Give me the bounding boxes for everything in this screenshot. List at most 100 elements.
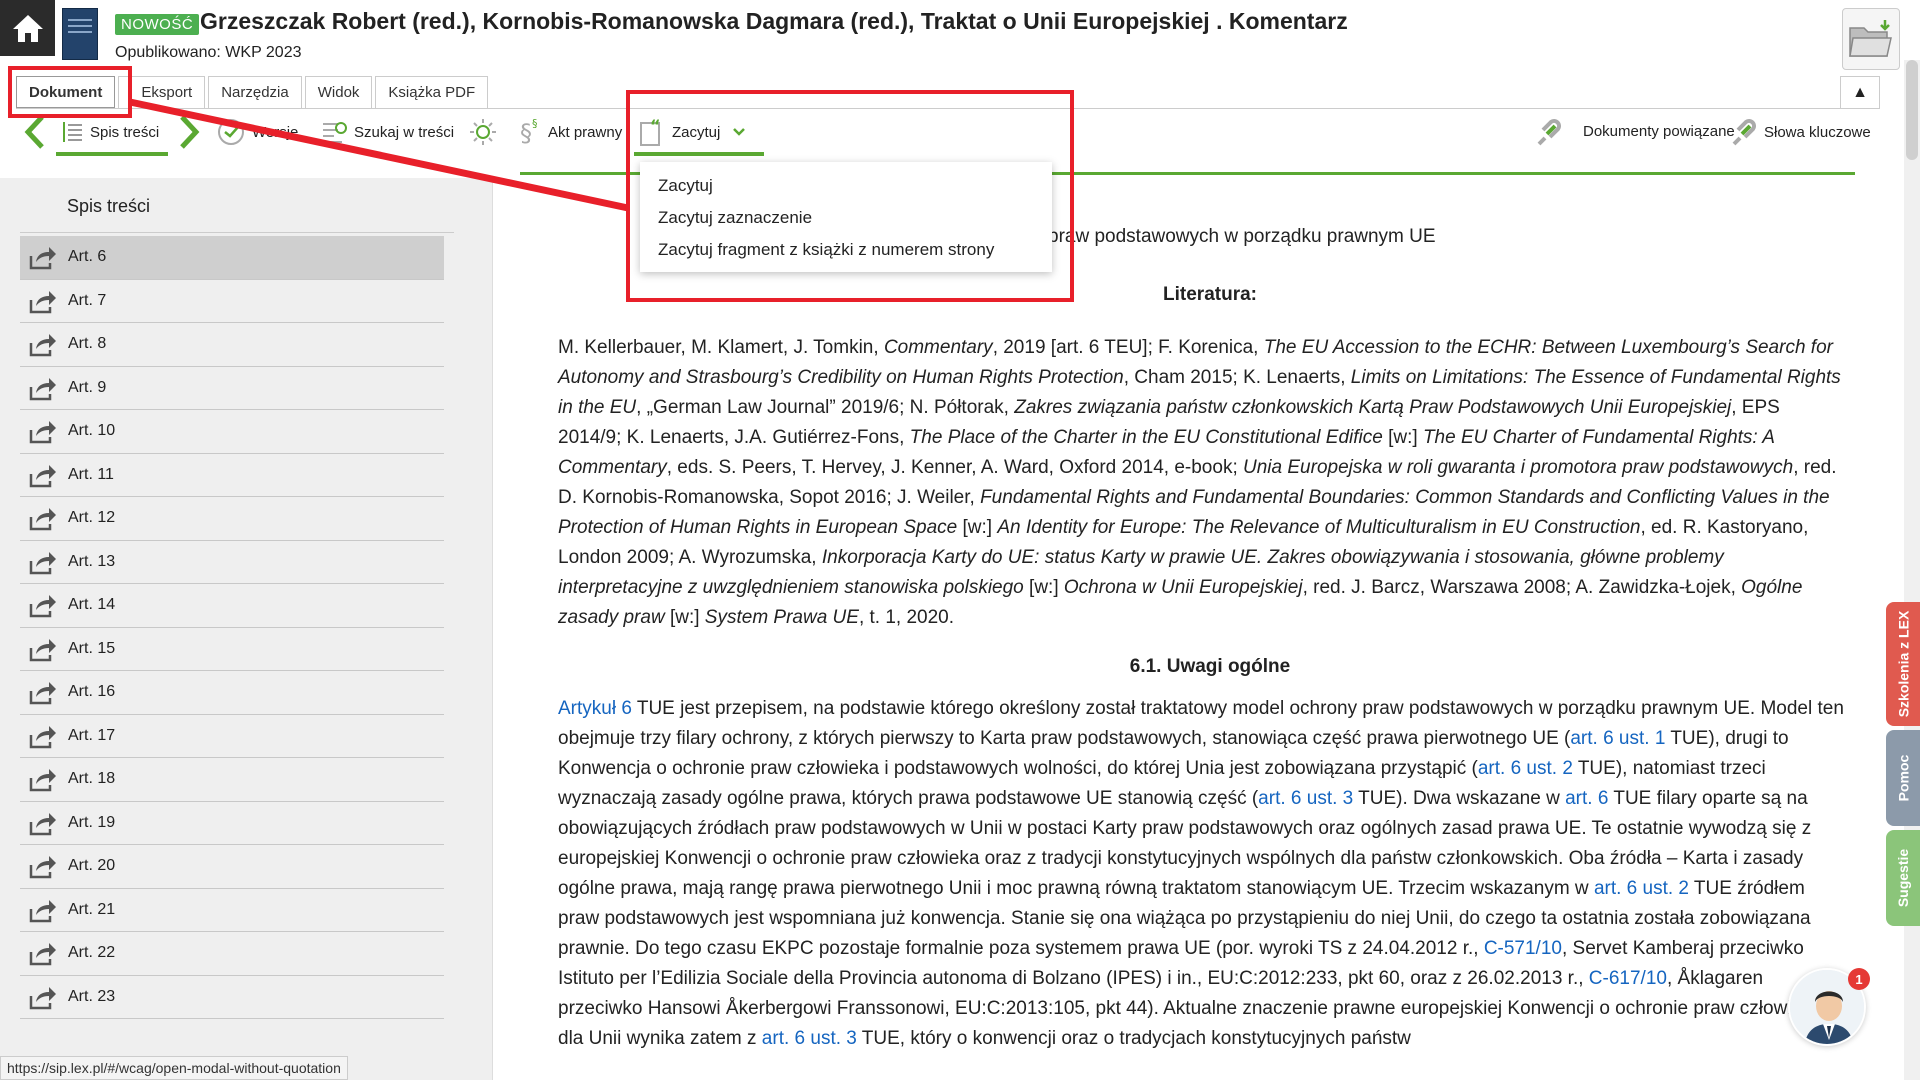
versions-label: Wersje (252, 123, 299, 141)
prev-button[interactable] (24, 115, 46, 149)
toc-item-label: Art. 6 (68, 248, 107, 266)
toc-item-label: Art. 18 (68, 770, 116, 788)
keywords-button[interactable]: Słowa kluczowe (1730, 118, 1871, 146)
link-art-6b[interactable]: art. 6 (1565, 788, 1608, 809)
share-arrow-icon (28, 810, 68, 836)
training-tab-label: Szkolenia z LEX (1895, 610, 1911, 718)
toc-item-label: Art. 15 (68, 639, 116, 657)
folder-download-icon (1849, 20, 1892, 57)
toc-item[interactable]: Art. 9 (20, 367, 444, 410)
link-art-6-ust-3[interactable]: art. 6 ust. 3 (1258, 788, 1353, 809)
share-arrow-icon (28, 288, 68, 314)
toc-active-indicator (56, 152, 168, 156)
link-art-6-ust-2b[interactable]: art. 6 ust. 2 (1594, 878, 1689, 899)
help-tab-label: Pomoc (1895, 754, 1911, 802)
toc-item-label: Art. 21 (68, 900, 116, 918)
link-icon (1535, 116, 1565, 148)
share-arrow-icon (28, 592, 68, 618)
training-side-tab[interactable]: Szkolenia z LEX (1886, 602, 1920, 726)
suggestions-side-tab[interactable]: Sugestie (1886, 830, 1920, 926)
chapter-heading-partial: praw podstawowych w porządku prawnym UE (1048, 226, 1436, 247)
toc-item-label: Art. 11 (68, 465, 114, 483)
tab-ksiazka-pdf[interactable]: Książka PDF (375, 76, 489, 108)
share-arrow-icon (28, 505, 68, 531)
share-arrow-icon (28, 984, 68, 1010)
new-badge: NOWOŚĆ (115, 14, 200, 35)
link-c-571-10[interactable]: C-571/10 (1484, 938, 1562, 959)
toc-item[interactable]: Art. 13 (20, 541, 444, 584)
toc-item-label: Art. 20 (68, 857, 116, 875)
share-arrow-icon (28, 549, 68, 575)
toc-item[interactable]: Art. 7 (20, 280, 444, 323)
link-art-6-ust-2[interactable]: art. 6 ust. 2 (1478, 758, 1573, 779)
toc-sidebar: Spis treści Art. 6 Art. 7 Art. 8 Art. 9 Art.… (0, 178, 493, 1080)
folder-download-button[interactable] (1842, 8, 1900, 70)
toc-button[interactable]: Spis treści (60, 118, 159, 146)
svg-text:§: § (520, 119, 532, 147)
link-art-6-ust-1[interactable]: art. 6 ust. 1 (1570, 728, 1665, 749)
related-documents-button[interactable]: Dokumenty powiązane (1535, 116, 1735, 148)
toc-item[interactable]: Art. 23 (20, 976, 444, 1019)
search-text-icon (320, 118, 350, 146)
link-art-6-ust-3b[interactable]: art. 6 ust. 3 (762, 1028, 857, 1049)
next-button[interactable] (178, 115, 200, 149)
share-arrow-icon (28, 679, 68, 705)
help-side-tab[interactable]: Pomoc (1886, 730, 1920, 826)
published-info: Opublikowano: WKP 2023 (115, 44, 302, 61)
keywords-label: Słowa kluczowe (1764, 123, 1871, 141)
chevron-right-icon (180, 115, 200, 149)
home-icon (12, 15, 43, 42)
toc-item[interactable]: Art. 11 (20, 454, 444, 497)
toc-item[interactable]: Art. 6 (20, 236, 444, 280)
toc-item-label: Art. 19 (68, 813, 116, 831)
link-c-617-10[interactable]: C-617/10 (1589, 968, 1667, 989)
toc-item-label: Art. 16 (68, 683, 116, 701)
section-heading: 6.1. Uwagi ogólne (1129, 656, 1291, 677)
home-button[interactable] (0, 0, 55, 56)
toc-item[interactable]: Art. 17 (20, 715, 444, 758)
document-title: Grzeszczak Robert (red.), Kornobis-Roman… (200, 8, 1348, 34)
toc-item-label: Art. 8 (68, 335, 107, 353)
section-paragraph: Artykuł 6 TUE jest przepisem, na podstaw… (558, 698, 1844, 1049)
share-arrow-icon (28, 418, 68, 444)
tab-widok[interactable]: Widok (304, 76, 373, 108)
related-label: Dokumenty powiązane (1583, 123, 1735, 140)
toc-item[interactable]: Art. 18 (20, 758, 444, 802)
share-arrow-icon (28, 636, 68, 662)
toc-item-label: Art. 9 (68, 378, 107, 396)
toc-item[interactable]: Art. 19 (20, 802, 444, 845)
vertical-scrollbar[interactable] (1904, 60, 1920, 1080)
versions-button[interactable]: Wersje (216, 118, 298, 146)
toc-item-label: Art. 13 (68, 552, 116, 570)
toc-item[interactable]: Art. 22 (20, 932, 444, 976)
toc-item[interactable]: Art. 10 (20, 410, 444, 454)
toc-item-label: Art. 14 (68, 596, 116, 614)
tab-narzedzia[interactable]: Narzędzia (208, 76, 302, 108)
collapse-ribbon-button[interactable]: ▲ (1840, 76, 1880, 108)
share-arrow-icon (28, 766, 68, 792)
search-in-content-button[interactable]: Szukaj w treści (320, 118, 454, 146)
literature-heading: Literatura: (1163, 284, 1257, 305)
literature-paragraph: M. Kellerbauer, M. Klamert, J. Tomkin, C… (558, 337, 1841, 628)
toc-item[interactable]: Art. 20 (20, 845, 444, 889)
legal-act-button[interactable]: § § Akt prawny (518, 117, 622, 147)
toc-title: Spis treści (67, 196, 151, 216)
scrollbar-thumb[interactable] (1906, 60, 1918, 160)
toc-item[interactable]: Art. 16 (20, 671, 444, 715)
toc-item[interactable]: Art. 12 (20, 497, 444, 541)
toc-item-label: Art. 22 (68, 944, 116, 962)
toc-list: Art. 6 Art. 7 Art. 8 Art. 9 Art. 10 Art. 11 Ar… (20, 236, 444, 1019)
toc-item[interactable]: Art. 21 (20, 889, 444, 932)
toc-item-label: Art. 23 (68, 987, 116, 1005)
paragraph-icon: § § (518, 117, 544, 147)
toc-item[interactable]: Art. 15 (20, 628, 444, 671)
share-arrow-icon (28, 375, 68, 401)
share-arrow-icon (28, 244, 68, 270)
highlight-button[interactable] (468, 118, 502, 146)
toc-item[interactable]: Art. 8 (20, 323, 444, 367)
link-art-6[interactable]: Artykuł 6 (558, 698, 632, 719)
toc-item-label: Art. 7 (68, 291, 107, 309)
search-label: Szukaj w treści (354, 123, 455, 141)
toc-item[interactable]: Art. 14 (20, 584, 444, 628)
annotation-box-dokument-tab (8, 66, 132, 118)
